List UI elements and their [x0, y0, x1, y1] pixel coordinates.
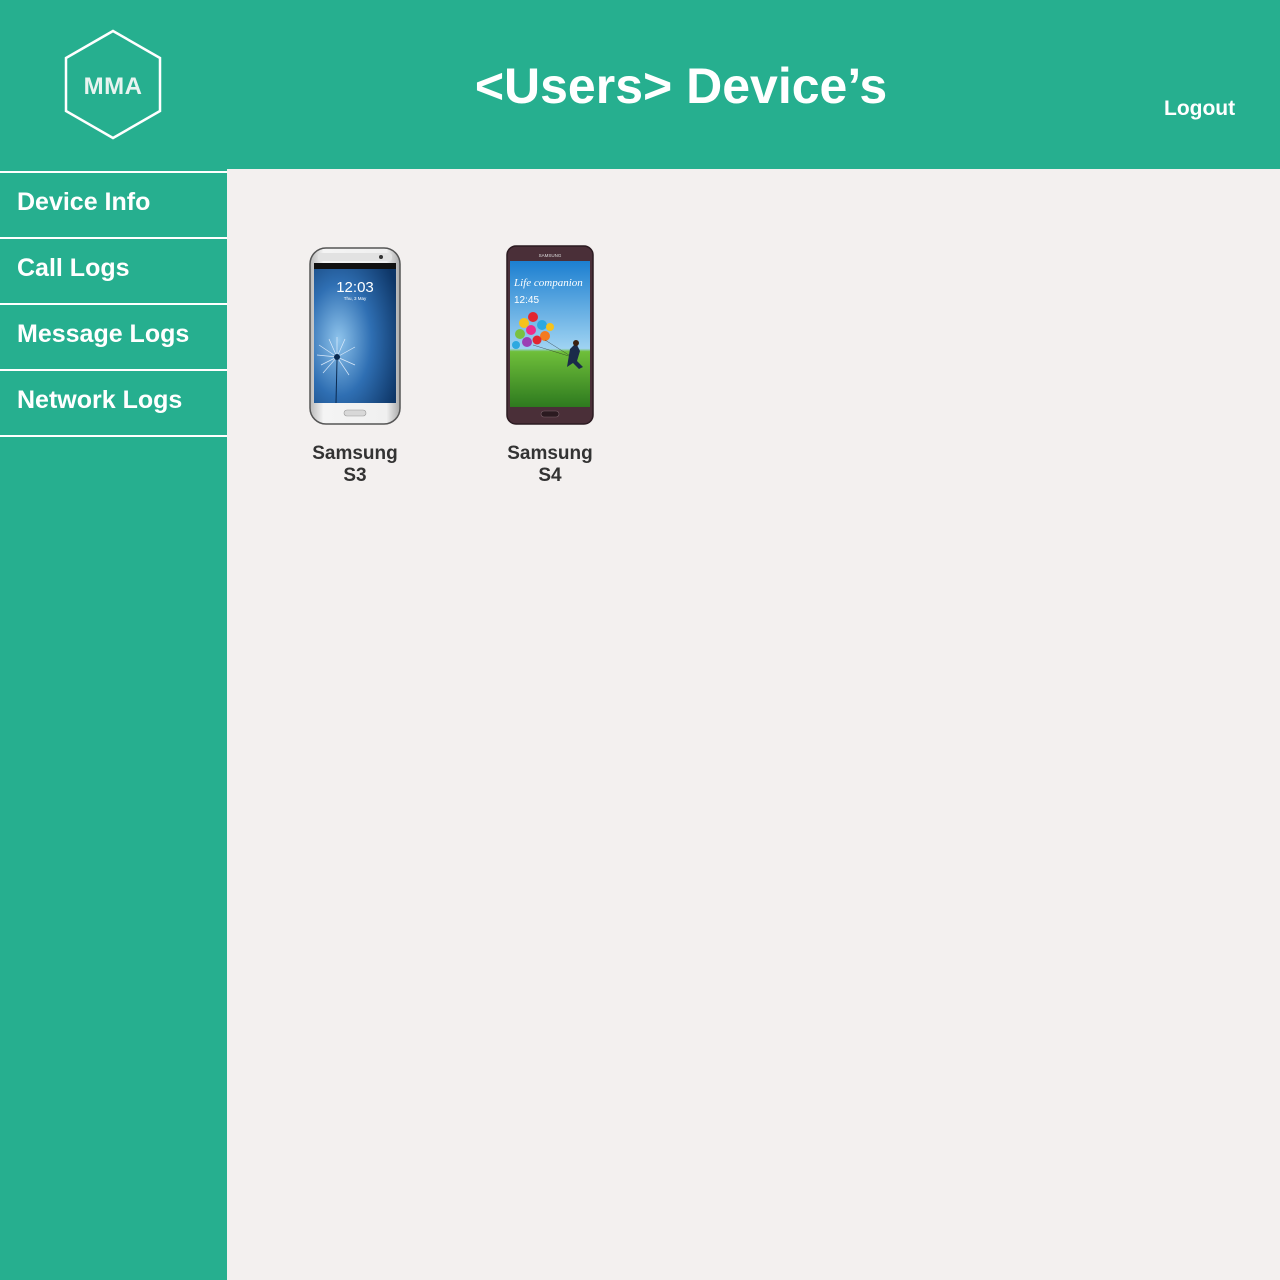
sidebar-item-message-logs[interactable]: Message Logs — [0, 303, 227, 369]
samsung-s4-phone-image: SAMSUNG Life companion 12:45 — [506, 245, 594, 425]
device-model: S4 — [538, 465, 562, 486]
page-title: <Users> Device’s — [474, 58, 888, 114]
sidebar: Device Info Call Logs Message Logs Netwo… — [0, 169, 227, 1280]
device-card-samsung-s3[interactable]: 12:03 Thu, 3 May Samsung S3 — [270, 247, 440, 487]
s3-screen-time: 12:03 — [336, 279, 374, 296]
device-label: Samsung S3 — [270, 443, 440, 487]
s4-screen-text: Life companion — [513, 277, 583, 289]
sidebar-item-label: Device Info — [17, 188, 151, 216]
device-label: Samsung S4 — [465, 443, 635, 487]
device-card-samsung-s4[interactable]: SAMSUNG Life companion 12:45 Samsung S4 — [465, 245, 635, 487]
sidebar-item-label: Network Logs — [17, 386, 183, 414]
device-model: S3 — [343, 465, 367, 486]
svg-text:SAMSUNG: SAMSUNG — [539, 253, 562, 258]
sidebar-item-label: Message Logs — [17, 320, 190, 348]
sidebar-item-call-logs[interactable]: Call Logs — [0, 237, 227, 303]
logout-link[interactable]: Logout — [1164, 97, 1235, 121]
sidebar-item-network-logs[interactable]: Network Logs — [0, 369, 227, 437]
s3-screen-date: Thu, 3 May — [344, 296, 367, 301]
sidebar-item-label: Call Logs — [17, 254, 130, 282]
samsung-s3-phone-image: 12:03 Thu, 3 May — [309, 247, 401, 425]
sidebar-item-device-info[interactable]: Device Info — [0, 171, 227, 237]
device-brand: Samsung — [507, 443, 593, 464]
s4-screen-time: 12:45 — [514, 295, 539, 306]
app-header: MMA <Users> Device’s Logout — [0, 0, 1280, 169]
device-brand: Samsung — [312, 443, 398, 464]
